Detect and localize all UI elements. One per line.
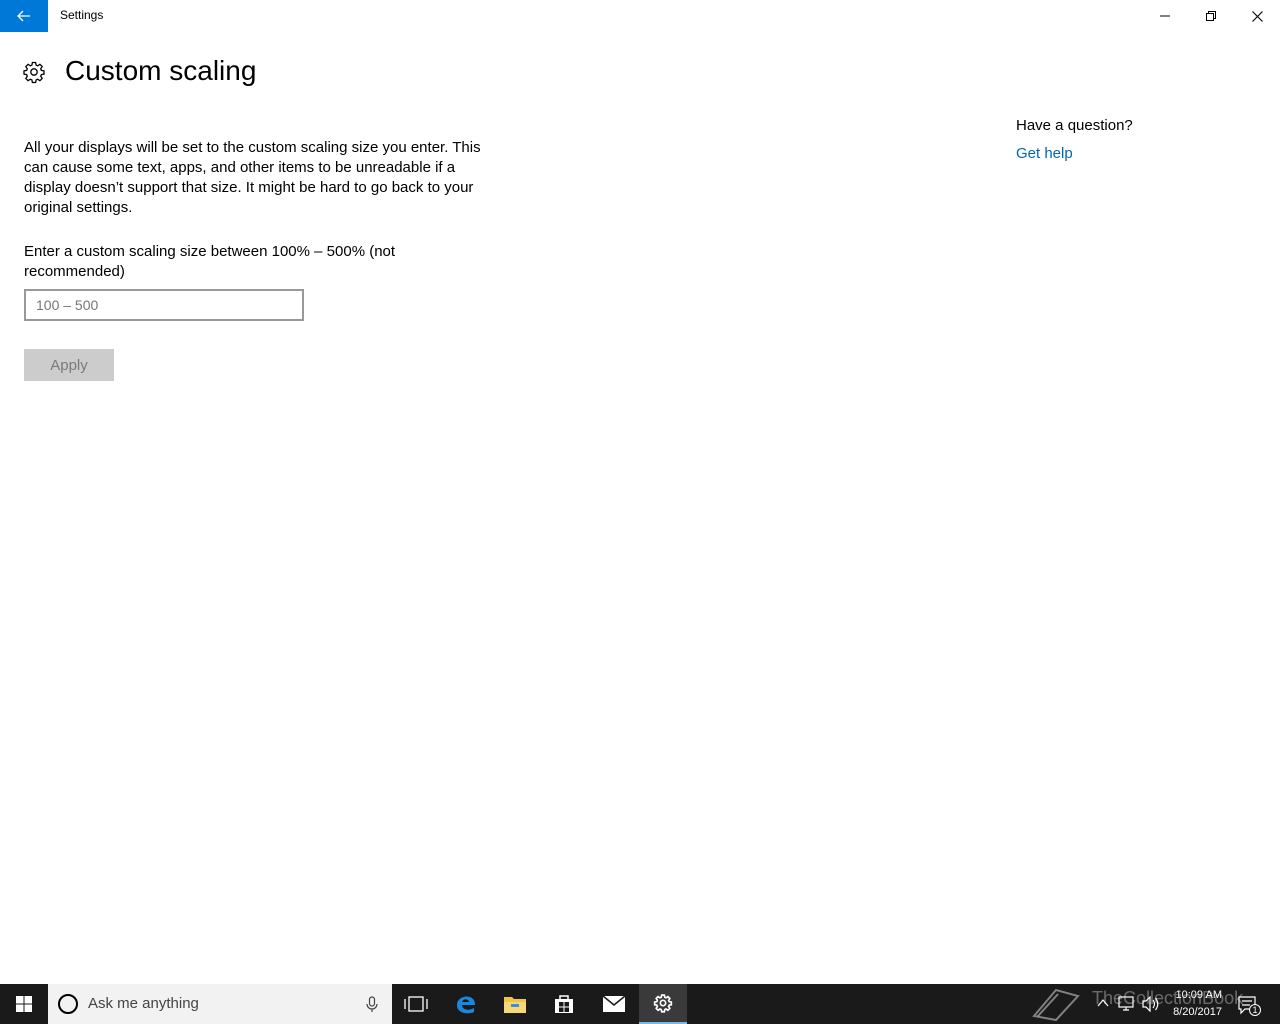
taskbar: Ask me anything TheCollectionBook 10:09 … <box>0 984 1280 1024</box>
task-view-button[interactable] <box>392 984 440 1024</box>
edge-browser-button[interactable] <box>442 984 490 1024</box>
app-title: Settings <box>60 8 104 22</box>
store-button[interactable] <box>540 984 588 1024</box>
get-help-link[interactable]: Get help <box>1016 145 1073 162</box>
minimize-button[interactable] <box>1142 0 1188 32</box>
windows-logo-icon <box>16 996 32 1012</box>
back-button[interactable] <box>0 0 48 32</box>
gear-icon <box>22 60 46 84</box>
settings-taskbar-button[interactable] <box>639 984 687 1024</box>
mail-envelope-icon <box>602 995 626 1012</box>
scaling-warning-text: All your displays will be set to the cus… <box>24 139 481 216</box>
store-bag-icon <box>555 995 573 1013</box>
task-view-icon <box>404 996 428 1012</box>
start-button[interactable] <box>0 984 48 1024</box>
title-bar: Settings <box>0 0 1280 32</box>
clock-date[interactable]: 8/20/2017 <box>1162 1006 1222 1018</box>
minimize-icon <box>1160 15 1170 17</box>
book-watermark-icon <box>1032 988 1080 1022</box>
scaling-prompt-label: Enter a custom scaling size between 100%… <box>24 243 396 280</box>
edge-icon <box>457 996 475 1014</box>
clock-time[interactable]: 10:09 AM <box>1162 989 1222 1001</box>
restore-button[interactable] <box>1188 0 1234 32</box>
page-title: Custom scaling <box>65 55 257 86</box>
folder-icon <box>504 997 526 1013</box>
cortana-search-box[interactable]: Ask me anything <box>48 984 392 1024</box>
custom-scaling-input[interactable] <box>24 289 304 321</box>
close-button[interactable] <box>1234 0 1280 32</box>
settings-gear-icon <box>653 994 673 1013</box>
file-explorer-button[interactable] <box>491 984 539 1024</box>
cortana-icon <box>58 994 78 1014</box>
network-icon[interactable] <box>1118 996 1136 1012</box>
volume-icon[interactable] <box>1142 996 1160 1012</box>
close-icon <box>1251 10 1263 22</box>
help-question: Have a question? <box>1016 117 1133 134</box>
back-arrow-icon <box>17 10 30 22</box>
notification-count-badge: 1 <box>1252 1005 1258 1015</box>
show-hidden-icons-chevron-icon[interactable] <box>1096 996 1110 1010</box>
mail-button[interactable] <box>590 984 638 1024</box>
microphone-icon[interactable] <box>362 994 382 1014</box>
restore-icon <box>1206 11 1216 21</box>
search-placeholder: Ask me anything <box>88 995 199 1012</box>
apply-button[interactable]: Apply <box>24 349 114 381</box>
